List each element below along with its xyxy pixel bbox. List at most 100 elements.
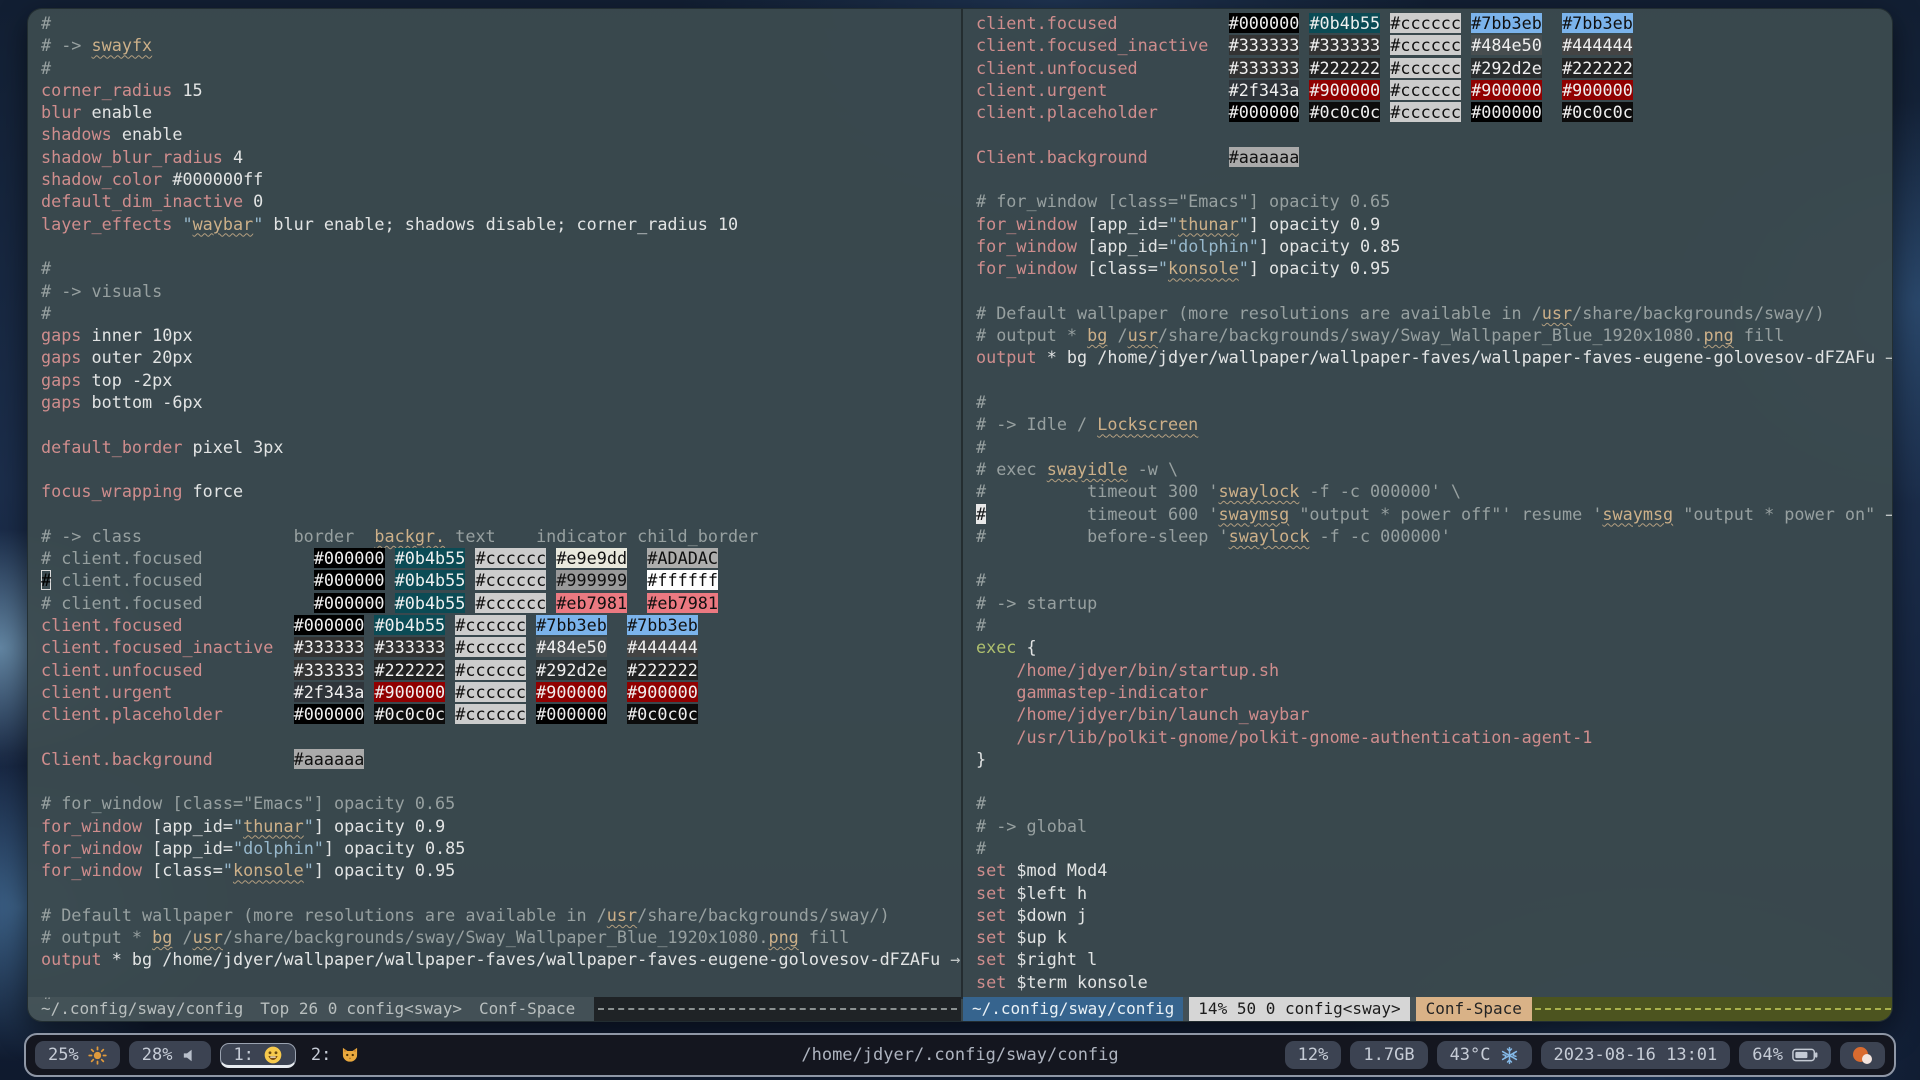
code-line: default_border pixel 3px bbox=[41, 436, 961, 458]
color-chip: #e9e9dd bbox=[556, 548, 627, 568]
code-line: # bbox=[976, 436, 1893, 458]
code-line: client.focused_inactive #333333 #333333 … bbox=[41, 636, 961, 658]
code-line: set $up k bbox=[976, 926, 1893, 948]
color-chip: #900000 bbox=[1471, 80, 1542, 100]
color-chip: #cccccc bbox=[455, 637, 526, 657]
code-line: # client.focused #000000 #0b4b55 #cccccc… bbox=[41, 547, 961, 569]
code-line: /usr/lib/polkit-gnome/polkit-gnome-authe… bbox=[976, 726, 1893, 748]
code-line: # for_window [class="Emacs"] opacity 0.6… bbox=[976, 190, 1893, 212]
color-chip: #7bb3eb bbox=[627, 615, 698, 635]
snowflake-icon bbox=[1500, 1046, 1519, 1065]
code-line: exec { bbox=[976, 636, 1893, 658]
code-line: # bbox=[976, 792, 1893, 814]
code-line: Client.background #aaaaaa bbox=[976, 146, 1893, 168]
memory-value: 1.7GB bbox=[1363, 1045, 1414, 1065]
code-line: # -> swayfx bbox=[41, 34, 961, 56]
code-line: gaps bottom -6px bbox=[41, 391, 961, 413]
clock-module[interactable]: 2023-08-16 13:01 bbox=[1541, 1041, 1731, 1069]
code-line: set $left h bbox=[976, 882, 1893, 904]
battery-module[interactable]: 64% bbox=[1739, 1041, 1831, 1069]
modeline-inactive[interactable]: ~/.config/sway/config Top 26 0 config<sw… bbox=[28, 997, 961, 1021]
modeline-file: ~/.config/sway/config bbox=[963, 997, 1183, 1021]
color-chip: #222222 bbox=[627, 660, 698, 680]
code-line: # bbox=[976, 837, 1893, 859]
code-line: client.placeholder #000000 #0c0c0c #cccc… bbox=[976, 101, 1893, 123]
modeline-input-mode: Conf-Space bbox=[479, 997, 575, 1021]
code-line: # before-sleep 'swaylock -f -c 000000' bbox=[976, 525, 1893, 547]
color-chip: #484e50 bbox=[1471, 35, 1542, 55]
code-line bbox=[976, 369, 1893, 391]
code-line bbox=[41, 235, 961, 257]
code-line: # Default wallpaper (more resolutions ar… bbox=[41, 904, 961, 926]
color-chip: #cccccc bbox=[1390, 13, 1461, 33]
editor-pane-left[interactable]: ## -> swayfx#corner_radius 15blur enable… bbox=[28, 9, 961, 999]
color-chip: #333333 bbox=[1309, 35, 1380, 55]
code-line: shadow_color #000000ff bbox=[41, 168, 961, 190]
code-line: shadows enable bbox=[41, 123, 961, 145]
color-chip: #000000 bbox=[294, 615, 365, 635]
cpu-module[interactable]: 12% bbox=[1285, 1041, 1342, 1069]
modeline-fill bbox=[594, 997, 961, 1021]
code-line: # bbox=[976, 614, 1893, 636]
color-chip: #292d2e bbox=[1471, 58, 1542, 78]
gammastep-indicator-icon bbox=[1853, 1046, 1872, 1065]
color-chip: #000000 bbox=[1229, 13, 1300, 33]
clock-value: 2023-08-16 13:01 bbox=[1554, 1045, 1718, 1065]
color-chip: #900000 bbox=[374, 682, 445, 702]
workspace-2[interactable]: 2: bbox=[305, 1043, 366, 1067]
code-line: client.placeholder #000000 #0c0c0c #cccc… bbox=[41, 703, 961, 725]
code-line: for_window [app_id="dolphin"] opacity 0.… bbox=[976, 235, 1893, 257]
code-line: blur enable bbox=[41, 101, 961, 123]
cpu-value: 12% bbox=[1298, 1045, 1329, 1065]
color-chip: #2f343a bbox=[1229, 80, 1300, 100]
color-chip: #292d2e bbox=[536, 660, 607, 680]
color-chip: #0c0c0c bbox=[374, 704, 445, 724]
color-chip: #eb7981 bbox=[647, 593, 718, 613]
volume-module[interactable]: 28% bbox=[129, 1041, 212, 1069]
code-line: gaps outer 20px bbox=[41, 346, 961, 368]
code-line: set $right l bbox=[976, 948, 1893, 970]
waybar: 25% 28% 1: 2: /home/jdyer/.config/sway/c… bbox=[24, 1033, 1896, 1077]
code-line: } bbox=[976, 748, 1893, 770]
color-chip: #333333 bbox=[294, 637, 365, 657]
workspace-1[interactable]: 1: bbox=[220, 1043, 295, 1068]
code-line: # bbox=[41, 57, 961, 79]
code-line: client.urgent #2f343a #900000 #cccccc #9… bbox=[976, 79, 1893, 101]
code-line bbox=[976, 123, 1893, 145]
temperature-module[interactable]: 43°C bbox=[1437, 1041, 1532, 1069]
color-chip: #900000 bbox=[1309, 80, 1380, 100]
code-line: # exec swayidle -w \ bbox=[976, 458, 1893, 480]
code-line: # timeout 300 'swaylock -f -c 000000' \ bbox=[976, 480, 1893, 502]
code-line bbox=[41, 770, 961, 792]
memory-module[interactable]: 1.7GB bbox=[1350, 1041, 1427, 1069]
code-line bbox=[41, 413, 961, 435]
color-chip: #333333 bbox=[1229, 35, 1300, 55]
color-chip: #000000 bbox=[314, 548, 385, 568]
modeline-active[interactable]: ~/.config/sway/config 14% 50 0 config<sw… bbox=[963, 997, 1893, 1021]
smiley-emoji-icon bbox=[263, 1045, 283, 1065]
color-chip: #900000 bbox=[1562, 80, 1633, 100]
brightness-module[interactable]: 25% bbox=[35, 1041, 120, 1069]
color-chip: #7bb3eb bbox=[1471, 13, 1542, 33]
code-line bbox=[41, 503, 961, 525]
code-line: output * bg /home/jdyer/wallpaper/wallpa… bbox=[41, 948, 961, 970]
code-line: for_window [app_id="dolphin"] opacity 0.… bbox=[41, 837, 961, 859]
color-chip: #cccccc bbox=[455, 615, 526, 635]
modeline-position-tag: 14% 50 0 config<sway> bbox=[1189, 997, 1409, 1021]
code-line bbox=[41, 882, 961, 904]
code-line: corner_radius 15 bbox=[41, 79, 961, 101]
modeline-fill bbox=[1532, 997, 1893, 1021]
speaker-icon bbox=[181, 1047, 198, 1064]
color-chip: #000000 bbox=[314, 593, 385, 613]
code-line: # bbox=[41, 302, 961, 324]
color-chip: #aaaaaa bbox=[294, 749, 365, 769]
code-line: layer_effects "waybar" blur enable; shad… bbox=[41, 213, 961, 235]
color-chip: #333333 bbox=[1229, 58, 1300, 78]
color-chip: #000000 bbox=[314, 570, 385, 590]
color-chip: #7bb3eb bbox=[1562, 13, 1633, 33]
color-chip: #900000 bbox=[536, 682, 607, 702]
code-line: default_dim_inactive 0 bbox=[41, 190, 961, 212]
tray-module[interactable] bbox=[1840, 1042, 1885, 1069]
color-chip: #0b4b55 bbox=[1309, 13, 1380, 33]
editor-pane-right[interactable]: client.focused #000000 #0b4b55 #cccccc #… bbox=[963, 9, 1893, 999]
